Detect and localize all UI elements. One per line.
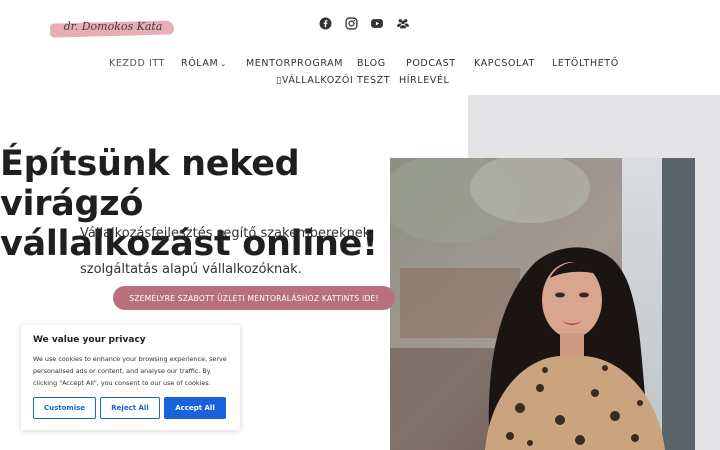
cookie-title: We value your privacy	[33, 335, 146, 345]
nav-item-rolam-label: RÓLAM	[181, 58, 219, 69]
hero-subtitle-line1: Vállalkozásfejlesztés segítő szakemberek…	[80, 226, 375, 241]
hero-portrait-photo	[390, 158, 695, 450]
accept-all-button[interactable]: Accept All	[164, 397, 226, 419]
site-logo[interactable]: dr. Domokos Kata	[48, 18, 178, 40]
logo-text: dr. Domokos Kata	[63, 20, 163, 33]
customise-button[interactable]: Customise	[33, 397, 96, 419]
instagram-icon[interactable]	[344, 16, 358, 30]
facebook-icon[interactable]	[318, 16, 332, 30]
cookie-text: We use cookies to enhance your browsing …	[33, 355, 227, 387]
nav-item-kezdd-itt[interactable]: KEZDD ITT	[109, 58, 165, 69]
nav-item-blog[interactable]: BLOG	[357, 58, 386, 69]
nav-item-mentorprogram[interactable]: MENTORPROGRAM	[246, 58, 343, 69]
nav-item-rolam[interactable]: RÓLAM ⌄	[181, 58, 227, 69]
nav-item-vallalkozoi-teszt[interactable]: ▯VÁLLALKOZÓI TESZT	[276, 75, 390, 86]
social-links	[318, 16, 410, 30]
group-icon[interactable]	[396, 16, 410, 30]
hero-headline-line1: Építsünk neked virágzó	[0, 144, 300, 224]
youtube-icon[interactable]	[370, 16, 384, 30]
hero-headline: Építsünk neked virágzó vállalkozást onli…	[0, 144, 400, 264]
nav-item-podcast[interactable]: PODCAST	[406, 58, 456, 69]
nav-item-letoltheto[interactable]: LETÖLTHETŐ	[552, 58, 619, 69]
cookie-consent-dialog: We value your privacy We use cookies to …	[21, 325, 240, 430]
hero-subtitle-line2: szolgáltatás alapú vállalkozóknak.	[80, 262, 302, 277]
reject-all-button[interactable]: Reject All	[100, 397, 160, 419]
cookie-buttons: Customise Reject All Accept All	[33, 397, 226, 419]
mentoring-cta-button[interactable]: SZEMÉLYRE SZABOTT ÜZLETI MENTORÁLÁSHOZ K…	[113, 286, 395, 310]
chevron-down-icon: ⌄	[220, 60, 227, 68]
nav-item-kapcsolat[interactable]: KAPCSOLAT	[474, 58, 535, 69]
nav-item-vallalkozoi-teszt-label: VÁLLALKOZÓI TESZT	[281, 75, 391, 86]
nav-item-hirlevel[interactable]: HÍRLEVÉL	[399, 75, 449, 86]
